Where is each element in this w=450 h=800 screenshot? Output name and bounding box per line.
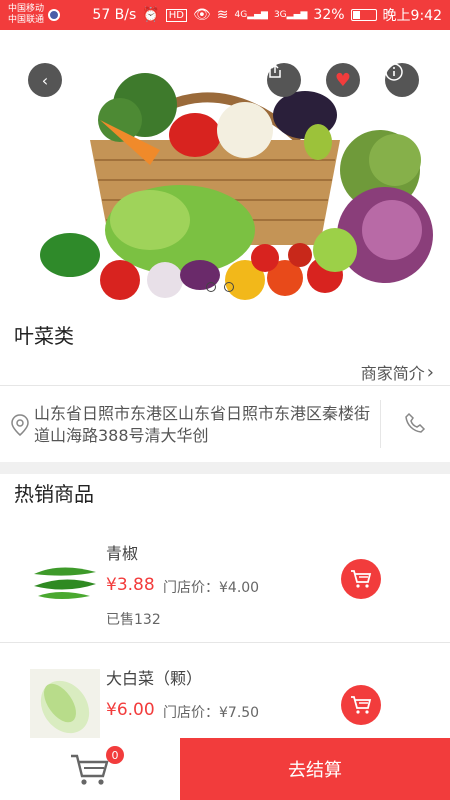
merchant-intro-link[interactable]: 商家简介 › <box>361 360 434 384</box>
carousel-dot[interactable] <box>206 282 216 292</box>
wifi-icon: ≋ <box>216 7 229 23</box>
divider <box>0 642 450 643</box>
section-separator <box>0 462 450 474</box>
heart-icon: ♥ <box>334 69 352 91</box>
cart-count-badge: 0 <box>106 746 124 764</box>
notification-icon <box>48 9 61 21</box>
vertical-divider <box>380 400 381 448</box>
share-button[interactable] <box>267 63 301 97</box>
location-pin-icon <box>11 414 29 436</box>
product-name: 青椒 <box>106 544 139 563</box>
battery-icon <box>350 9 377 21</box>
signal-1: 4G▂▄▆ <box>234 10 268 20</box>
alarm-icon: ⏰ <box>142 7 160 23</box>
store-price: 门店价：¥4.00 <box>163 580 260 596</box>
network-speed: 57 B/s <box>92 7 137 23</box>
info-icon <box>385 63 403 81</box>
signal-2: 3G▂▄▆ <box>273 10 308 20</box>
carousel-dots[interactable] <box>206 282 234 292</box>
back-arrow-icon: ‹ <box>41 70 49 90</box>
add-to-cart-button[interactable] <box>341 559 381 599</box>
cart-icon <box>351 570 372 588</box>
info-button[interactable] <box>385 63 419 97</box>
green-pepper-image <box>34 567 96 599</box>
product-price: ¥6.00 <box>106 700 155 720</box>
favorite-button[interactable]: ♥ <box>326 63 360 97</box>
cart-icon <box>351 696 372 714</box>
add-to-cart-button[interactable] <box>341 685 381 725</box>
chevron-right-icon: › <box>426 361 434 383</box>
clock: 晚上9:42 <box>382 8 442 24</box>
carrier-2: 中国联通 <box>8 15 45 25</box>
eye-icon: 👁 <box>192 7 211 23</box>
carrier-1: 中国移动 <box>8 4 45 14</box>
store-price: 门店价：¥7.50 <box>163 705 260 721</box>
share-icon <box>269 63 281 78</box>
address-row: 山东省日照市东港区山东省日照市东港区秦楼街道山海路388号清大华创 <box>0 386 450 462</box>
shop-name: 叶菜类 <box>14 324 74 348</box>
carousel-dot[interactable] <box>224 282 234 292</box>
vegetable-basket-image <box>40 73 433 300</box>
cart-button[interactable]: 0 <box>0 738 180 800</box>
carrier-names: 中国移动 中国联通 <box>8 4 44 26</box>
shopping-cart-icon <box>71 754 109 785</box>
merchant-intro-label: 商家简介 <box>360 364 425 383</box>
product-price: ¥3.88 <box>106 575 155 595</box>
back-button[interactable]: ‹ <box>28 63 62 97</box>
hd-icon: HD <box>165 8 187 22</box>
battery-percent: 32% <box>313 7 345 23</box>
hero-banner[interactable]: ‹ ♥ <box>0 30 450 305</box>
phone-icon[interactable] <box>402 410 428 436</box>
shop-address: 山东省日照市东港区山东省日照市东港区秦楼街道山海路388号清大华创 <box>34 404 371 445</box>
status-bar: 中国移动 中国联通 57 B/s ⏰ HD 👁 ≋ 4G▂▄▆ 3G▂▄▆ 32… <box>0 0 450 30</box>
product-name: 大白菜（颗） <box>106 669 203 688</box>
product-item[interactable]: 青椒 ¥3.88 门店价：¥4.00 已售132 <box>0 530 450 642</box>
bottom-bar: 0 去结算 <box>0 738 450 800</box>
napa-cabbage-image <box>30 669 100 739</box>
hot-products-title: 热销商品 <box>14 482 94 506</box>
sold-count: 已售132 <box>106 612 161 628</box>
checkout-button[interactable]: 去结算 <box>180 738 450 800</box>
